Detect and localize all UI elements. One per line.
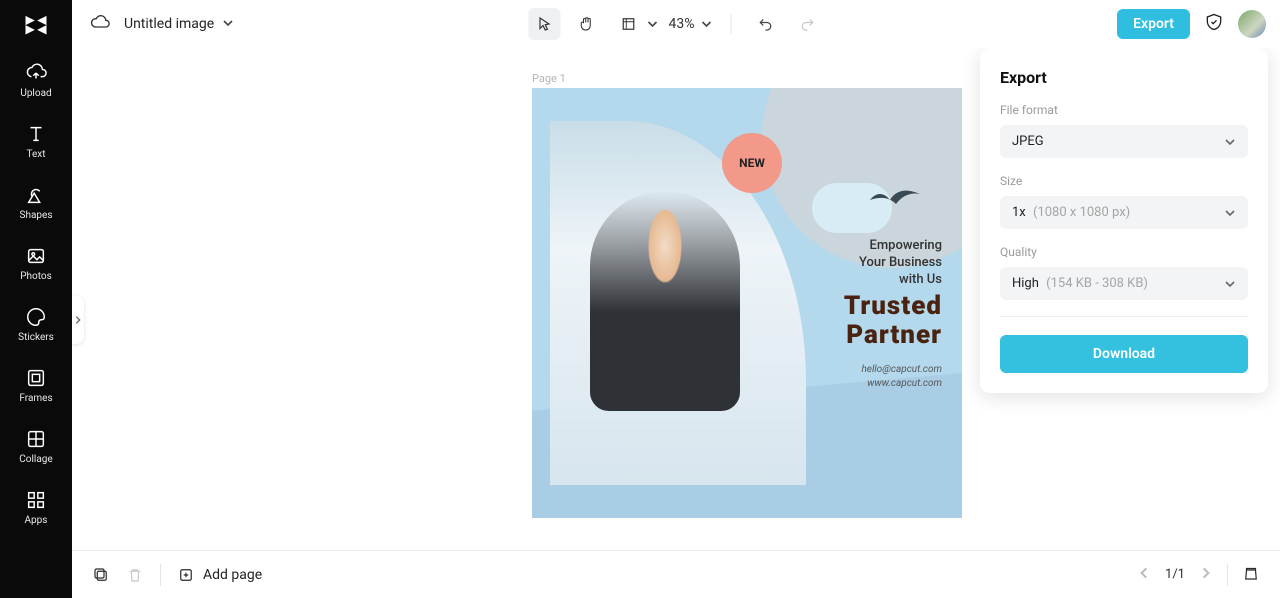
separator [160,564,161,586]
quality-value: High (154 KB - 308 KB) [1012,276,1148,291]
sidebar-label: Frames [19,393,52,404]
topbar-left: Untitled image [90,12,234,36]
redo-button [792,8,824,40]
format-label: File format [1000,103,1248,117]
export-panel: Export File format JPEG Size 1x (1080 x … [980,48,1268,393]
resize-icon [613,8,645,40]
bottom-bar: Add page 1/1 [72,550,1280,598]
page-label: Page 1 [532,72,566,85]
topbar-center-tools: 43% [529,0,824,48]
cloud-sync-icon[interactable] [90,12,110,36]
duplicate-page-button[interactable] [92,566,110,584]
size-label: Size [1000,174,1248,188]
sidebar-label: Shapes [20,210,53,221]
hand-tool[interactable] [571,8,603,40]
zoom-dropdown[interactable]: 43% [669,15,713,34]
export-panel-title: Export [1000,68,1248,87]
chevron-down-icon [1224,207,1236,219]
sidebar-label: Upload [20,88,51,99]
size-value: 1x (1080 x 1080 px) [1012,205,1130,220]
bottom-right: 1/1 [1137,564,1260,586]
zoom-value: 43% [669,16,695,32]
add-page-button[interactable]: Add page [177,566,262,584]
sidebar-item-frames[interactable]: Frames [0,353,72,414]
panel-divider [1000,316,1248,317]
headline-line: Partner [844,321,942,350]
sidebar-label: Text [26,149,45,160]
shield-icon[interactable] [1204,12,1224,36]
design-contact: hello@capcut.com www.capcut.com [861,363,942,391]
chevron-down-icon [1224,136,1236,148]
main-area: Untitled image 43% [72,0,1280,598]
bird-icon [868,186,928,212]
design-headline: Trusted Partner [844,292,942,349]
design-canvas[interactable]: NEW Empowering Your Business with Us Tru… [532,88,962,518]
app-logo[interactable] [0,0,72,48]
sidebar-label: Photos [20,271,52,282]
format-select[interactable]: JPEG [1000,125,1248,158]
panel-expand-handle[interactable] [72,296,84,344]
chevron-down-icon [647,15,659,34]
contact-website: www.capcut.com [861,377,942,391]
design-tagline: Empowering Your Business with Us [859,238,942,289]
separator [1227,564,1228,586]
topbar-right: Export [1117,9,1266,39]
sidebar-label: Collage [19,454,52,465]
layers-button[interactable] [1242,564,1260,586]
quality-select[interactable]: High (154 KB - 308 KB) [1000,267,1248,300]
format-value: JPEG [1012,134,1044,149]
sidebar-item-text[interactable]: Text [0,109,72,170]
next-page-button [1199,565,1213,584]
quality-label: Quality [1000,245,1248,259]
new-badge: NEW [722,133,782,193]
page-indicator: 1/1 [1165,567,1185,582]
export-button[interactable]: Export [1117,9,1190,39]
resize-dropdown[interactable] [613,8,659,40]
headline-line: Trusted [844,292,942,321]
download-button[interactable]: Download [1000,335,1248,373]
chevron-down-icon [222,14,234,33]
canvas-area: Page 1 NEW Empowering Your Business with… [72,48,1280,550]
sidebar-item-collage[interactable]: Collage [0,414,72,475]
tagline-line: with Us [859,272,942,289]
separator [731,14,732,34]
sidebar-label: Stickers [18,332,54,343]
sidebar-label: Apps [25,515,48,526]
project-title-dropdown[interactable]: Untitled image [124,14,234,33]
tagline-line: Empowering [859,238,942,255]
sidebar-item-photos[interactable]: Photos [0,231,72,292]
sidebar-item-stickers[interactable]: Stickers [0,292,72,353]
chevron-down-icon [701,15,713,34]
tagline-line: Your Business [859,255,942,272]
size-select[interactable]: 1x (1080 x 1080 px) [1000,196,1248,229]
chevron-down-icon [1224,278,1236,290]
project-title: Untitled image [124,16,214,32]
contact-email: hello@capcut.com [861,363,942,377]
left-sidebar: Upload Text Shapes Photos Stickers Frame… [0,0,72,598]
top-bar: Untitled image 43% [72,0,1280,48]
prev-page-button [1137,565,1151,584]
user-avatar[interactable] [1238,10,1266,38]
delete-page-button [126,566,144,584]
sidebar-item-apps[interactable]: Apps [0,475,72,536]
sidebar-item-upload[interactable]: Upload [0,48,72,109]
undo-button[interactable] [750,8,782,40]
add-page-label: Add page [203,567,262,583]
sidebar-item-shapes[interactable]: Shapes [0,170,72,231]
select-tool[interactable] [529,8,561,40]
